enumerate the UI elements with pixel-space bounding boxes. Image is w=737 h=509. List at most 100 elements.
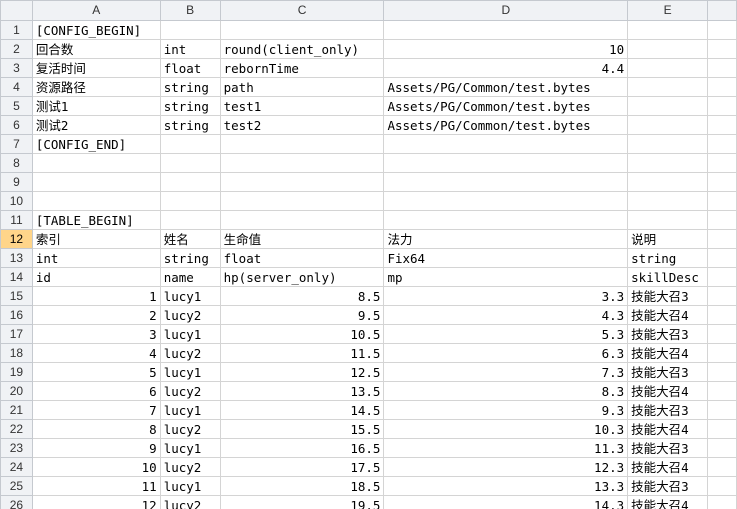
- cell-e15[interactable]: 技能大召3: [627, 286, 709, 306]
- cell-f6[interactable]: [707, 115, 737, 135]
- row-header[interactable]: 8: [0, 153, 33, 173]
- cell-f17[interactable]: [707, 324, 737, 344]
- row-header[interactable]: 23: [0, 438, 33, 458]
- row-header[interactable]: 22: [0, 419, 33, 439]
- cell-e19[interactable]: 技能大召3: [627, 362, 709, 382]
- cell-a1[interactable]: [CONFIG_BEGIN]: [31, 20, 161, 40]
- cell-a24[interactable]: 10: [31, 457, 161, 477]
- row-header[interactable]: 16: [0, 305, 33, 325]
- cell-b15[interactable]: lucy1: [159, 286, 221, 306]
- cell-d1[interactable]: [383, 20, 629, 40]
- cell-b18[interactable]: lucy2: [159, 343, 221, 363]
- row-header[interactable]: 14: [0, 267, 33, 287]
- cell-e4[interactable]: [627, 77, 709, 97]
- cell-c19[interactable]: 12.5: [219, 362, 385, 382]
- cell-b25[interactable]: lucy1: [159, 476, 221, 496]
- row-header[interactable]: 18: [0, 343, 33, 363]
- cell-b7[interactable]: [159, 134, 221, 154]
- cell-a18[interactable]: 4: [31, 343, 161, 363]
- cell-d8[interactable]: [383, 153, 629, 173]
- cell-b19[interactable]: lucy1: [159, 362, 221, 382]
- cell-a3[interactable]: 复活时间: [31, 58, 161, 78]
- cell-c23[interactable]: 16.5: [219, 438, 385, 458]
- cell-d5[interactable]: Assets/PG/Common/test.bytes: [383, 96, 629, 116]
- cell-e13[interactable]: string: [627, 248, 709, 268]
- row-header[interactable]: 19: [0, 362, 33, 382]
- cell-d22[interactable]: 10.3: [383, 419, 629, 439]
- cell-d9[interactable]: [383, 172, 629, 192]
- cell-d10[interactable]: [383, 191, 629, 211]
- cell-f21[interactable]: [707, 400, 737, 420]
- column-header-c[interactable]: C: [219, 0, 385, 21]
- cell-d16[interactable]: 4.3: [383, 305, 629, 325]
- cell-d15[interactable]: 3.3: [383, 286, 629, 306]
- cell-a15[interactable]: 1: [31, 286, 161, 306]
- row-header[interactable]: 1: [0, 20, 33, 40]
- cell-e3[interactable]: [627, 58, 709, 78]
- cell-b3[interactable]: float: [159, 58, 221, 78]
- cell-b6[interactable]: string: [159, 115, 221, 135]
- cell-f1[interactable]: [707, 20, 737, 40]
- cell-b26[interactable]: lucy2: [159, 495, 221, 509]
- cell-c9[interactable]: [219, 172, 385, 192]
- cell-d3[interactable]: 4.4: [383, 58, 629, 78]
- cell-d13[interactable]: Fix64: [383, 248, 629, 268]
- column-header-b[interactable]: B: [159, 0, 221, 21]
- column-header-a[interactable]: A: [31, 0, 161, 21]
- cell-e12[interactable]: 说明: [627, 229, 709, 249]
- cell-e22[interactable]: 技能大召4: [627, 419, 709, 439]
- cell-f14[interactable]: [707, 267, 737, 287]
- cell-e18[interactable]: 技能大召4: [627, 343, 709, 363]
- cell-e9[interactable]: [627, 172, 709, 192]
- cell-b4[interactable]: string: [159, 77, 221, 97]
- cell-f12[interactable]: [707, 229, 737, 249]
- row-header[interactable]: 25: [0, 476, 33, 496]
- row-header[interactable]: 5: [0, 96, 33, 116]
- cell-b5[interactable]: string: [159, 96, 221, 116]
- cell-e10[interactable]: [627, 191, 709, 211]
- cell-d11[interactable]: [383, 210, 629, 230]
- cell-b10[interactable]: [159, 191, 221, 211]
- cell-f16[interactable]: [707, 305, 737, 325]
- row-header[interactable]: 6: [0, 115, 33, 135]
- cell-c4[interactable]: path: [219, 77, 385, 97]
- cell-c26[interactable]: 19.5: [219, 495, 385, 509]
- cell-c21[interactable]: 14.5: [219, 400, 385, 420]
- cell-e16[interactable]: 技能大召4: [627, 305, 709, 325]
- cell-d20[interactable]: 8.3: [383, 381, 629, 401]
- row-header[interactable]: 26: [0, 495, 33, 509]
- cell-b21[interactable]: lucy1: [159, 400, 221, 420]
- cell-d25[interactable]: 13.3: [383, 476, 629, 496]
- cell-a11[interactable]: [TABLE_BEGIN]: [31, 210, 161, 230]
- cell-a4[interactable]: 资源路径: [31, 77, 161, 97]
- cell-b17[interactable]: lucy1: [159, 324, 221, 344]
- cell-a2[interactable]: 回合数: [31, 39, 161, 59]
- cell-f24[interactable]: [707, 457, 737, 477]
- cell-f5[interactable]: [707, 96, 737, 116]
- cell-f9[interactable]: [707, 172, 737, 192]
- cell-e24[interactable]: 技能大召4: [627, 457, 709, 477]
- cell-d12[interactable]: 法力: [383, 229, 629, 249]
- cell-d17[interactable]: 5.3: [383, 324, 629, 344]
- row-header[interactable]: 21: [0, 400, 33, 420]
- row-header[interactable]: 3: [0, 58, 33, 78]
- column-header-f[interactable]: [707, 0, 737, 21]
- cell-f8[interactable]: [707, 153, 737, 173]
- cell-b11[interactable]: [159, 210, 221, 230]
- cell-a9[interactable]: [31, 172, 161, 192]
- cell-e11[interactable]: [627, 210, 709, 230]
- column-header-d[interactable]: D: [383, 0, 629, 21]
- cell-c22[interactable]: 15.5: [219, 419, 385, 439]
- cell-c7[interactable]: [219, 134, 385, 154]
- cell-e6[interactable]: [627, 115, 709, 135]
- cell-c18[interactable]: 11.5: [219, 343, 385, 363]
- cell-c6[interactable]: test2: [219, 115, 385, 135]
- cell-f19[interactable]: [707, 362, 737, 382]
- cell-a6[interactable]: 测试2: [31, 115, 161, 135]
- row-header[interactable]: 4: [0, 77, 33, 97]
- cell-c8[interactable]: [219, 153, 385, 173]
- cell-b2[interactable]: int: [159, 39, 221, 59]
- select-all-corner[interactable]: [0, 0, 33, 21]
- cell-a14[interactable]: id: [31, 267, 161, 287]
- cell-a19[interactable]: 5: [31, 362, 161, 382]
